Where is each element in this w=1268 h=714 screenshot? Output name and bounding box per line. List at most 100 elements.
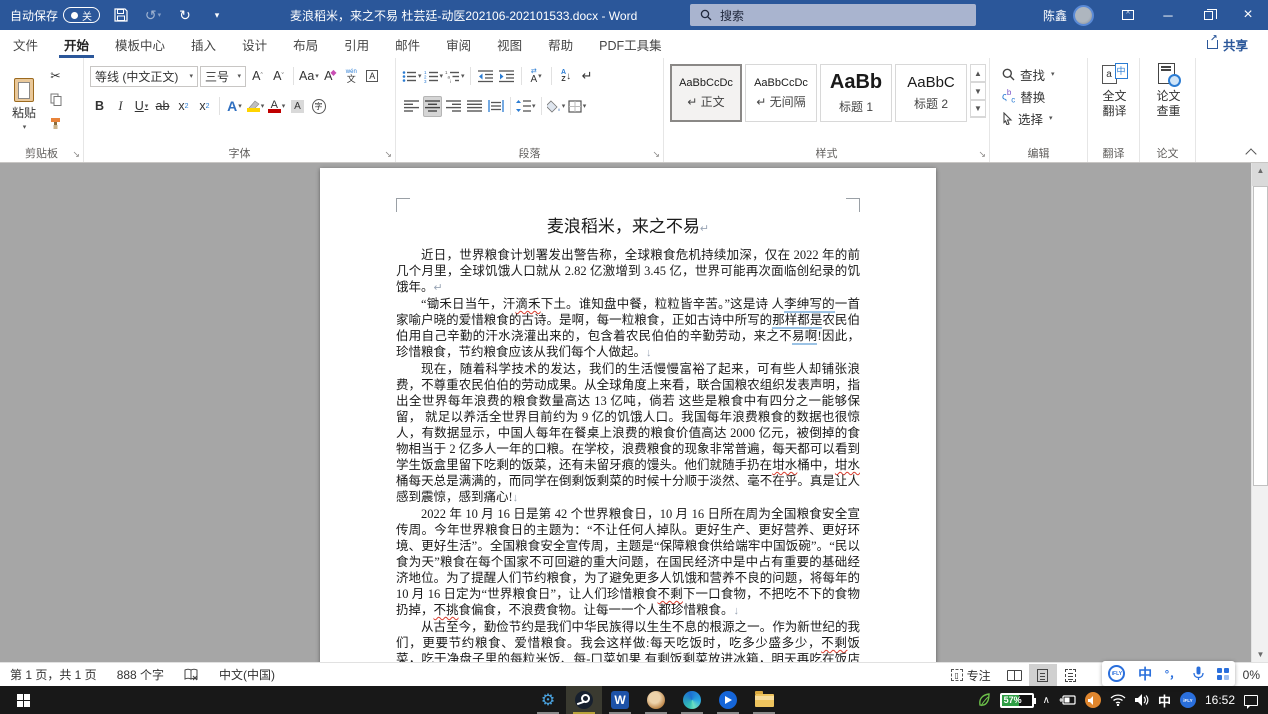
search-input[interactable]: 搜索 bbox=[690, 4, 976, 26]
highlight-color-icon[interactable]: ▾ bbox=[246, 96, 265, 117]
minimize-icon[interactable]: ─ bbox=[1148, 0, 1188, 30]
ribbon-display-options-icon[interactable]: ^ bbox=[1108, 0, 1148, 30]
strikethrough-icon[interactable]: ab bbox=[153, 96, 172, 117]
document-text[interactable]: 近日，世界粮食计划署发出警告称，全球粮食危机持续加深，仅在 2022 年的前几个… bbox=[396, 247, 860, 662]
language-indicator[interactable]: 中文(中国) bbox=[209, 666, 285, 683]
qat-customize-icon[interactable]: ▾ bbox=[206, 4, 228, 26]
share-button[interactable]: 共享 bbox=[1201, 33, 1254, 55]
tab-设计[interactable]: 设计 bbox=[229, 30, 280, 58]
scroll-thumb[interactable] bbox=[1253, 186, 1268, 486]
grow-font-icon[interactable]: Aˆ bbox=[248, 66, 267, 87]
account-button[interactable]: 陈鑫 bbox=[1043, 5, 1094, 26]
scroll-up-icon[interactable]: ▲ bbox=[1252, 163, 1268, 178]
ifly-input-toolbar[interactable]: iFLY 中 °， bbox=[1102, 661, 1235, 686]
scroll-down-icon[interactable]: ▼ bbox=[1252, 647, 1268, 662]
ifly-tray-icon[interactable]: iFLY bbox=[1180, 692, 1196, 708]
multilevel-list-icon[interactable]: 1ai▾ bbox=[445, 66, 465, 87]
show-formatting-marks-icon[interactable]: ↵ bbox=[578, 66, 597, 87]
font-color-icon[interactable]: A▾ bbox=[267, 96, 286, 117]
page-indicator[interactable]: 第 1 页，共 1 页 bbox=[0, 666, 107, 683]
proofing-status-icon[interactable] bbox=[174, 668, 209, 681]
taskbar-hamster-icon[interactable] bbox=[638, 686, 674, 714]
input-method-indicator[interactable]: 中 bbox=[1158, 691, 1171, 710]
paragraph-1[interactable]: 近日，世界粮食计划署发出警告称，全球粮食危机持续加深，仅在 2022 年的前几个… bbox=[396, 247, 860, 296]
taskbar-settings-icon[interactable]: ⚙ bbox=[530, 686, 566, 714]
taskbar-edge-icon[interactable] bbox=[674, 686, 710, 714]
clear-formatting-icon[interactable]: A◆ bbox=[321, 66, 340, 87]
style-无间隔[interactable]: AaBbCcDc↵ 无间隔 bbox=[745, 64, 817, 122]
autosave-switch[interactable]: 关 bbox=[63, 7, 100, 23]
phonetic-guide-icon[interactable]: wén文 bbox=[342, 66, 361, 87]
read-mode-icon[interactable] bbox=[1001, 664, 1029, 686]
start-button[interactable] bbox=[0, 686, 46, 714]
focus-mode-button[interactable]: ▯专注 bbox=[941, 667, 1001, 684]
superscript-icon[interactable]: x2 bbox=[195, 96, 214, 117]
replace-button[interactable]: ςbc 替换 bbox=[1002, 85, 1083, 107]
cut-icon[interactable]: ✂ bbox=[46, 65, 65, 86]
tab-插入[interactable]: 插入 bbox=[178, 30, 229, 58]
ifly-menu-icon[interactable] bbox=[1217, 668, 1229, 680]
autosave-toggle[interactable]: 自动保存 关 bbox=[10, 7, 100, 24]
ifly-chinese-mode-icon[interactable]: 中 bbox=[1138, 664, 1152, 684]
change-case-icon[interactable]: Aa▾ bbox=[299, 66, 319, 87]
text-effects-icon[interactable]: A▾ bbox=[225, 96, 244, 117]
italic-icon[interactable]: I bbox=[111, 96, 130, 117]
word-count[interactable]: 888 个字 bbox=[107, 666, 174, 683]
document-page[interactable]: 麦浪稻米，来之不易↵ 近日，世界粮食计划署发出警告称，全球粮食危机持续加深，仅在… bbox=[320, 168, 936, 662]
underline-icon[interactable]: U▾ bbox=[132, 96, 151, 117]
font-dialog-launcher-icon[interactable]: ↘ bbox=[384, 149, 392, 160]
font-size-select[interactable]: 三号▾ bbox=[200, 66, 246, 87]
style-标题 1[interactable]: AaBb标题 1 bbox=[820, 64, 892, 122]
paper-check-button[interactable]: 论文查重 bbox=[1146, 63, 1191, 121]
style-正文[interactable]: AaBbCcDc↵ 正文 bbox=[670, 64, 742, 122]
styles-dialog-launcher-icon[interactable]: ↘ bbox=[978, 149, 986, 160]
paragraph-4[interactable]: 2022 年 10 月 16 日是第 42 个世界粮食日，10 月 16 日所在… bbox=[396, 506, 860, 619]
bold-icon[interactable]: B bbox=[90, 96, 109, 117]
sort-icon[interactable]: AZ↓ bbox=[557, 66, 576, 87]
character-border-icon[interactable]: A bbox=[363, 66, 382, 87]
hidden-icons-chevron-icon[interactable]: ∧ bbox=[1043, 695, 1050, 706]
align-left-icon[interactable] bbox=[402, 96, 421, 117]
paragraph-5[interactable]: 从古至今，勤俭节约是我们中华民族得以生生不息的根源之一。作为新世纪的我们，更要节… bbox=[396, 619, 860, 662]
audio-device-icon[interactable] bbox=[1085, 692, 1101, 708]
align-center-icon[interactable] bbox=[423, 96, 442, 117]
tab-邮件[interactable]: 邮件 bbox=[382, 30, 433, 58]
tab-开始[interactable]: 开始 bbox=[51, 30, 102, 58]
zoom-level[interactable]: 0% bbox=[1235, 668, 1268, 682]
format-painter-icon[interactable] bbox=[46, 113, 65, 134]
justify-icon[interactable] bbox=[465, 96, 484, 117]
font-name-select[interactable]: 等线 (中文正文)▾ bbox=[90, 66, 198, 87]
decrease-indent-icon[interactable] bbox=[476, 66, 495, 87]
paragraph-dialog-launcher-icon[interactable]: ↘ bbox=[652, 149, 660, 160]
power-status-icon[interactable] bbox=[1059, 694, 1076, 706]
vertical-scrollbar[interactable]: ▲ ▼ bbox=[1251, 163, 1268, 662]
distribute-text-icon[interactable] bbox=[486, 96, 505, 117]
wifi-icon[interactable] bbox=[1110, 694, 1126, 706]
volume-icon[interactable] bbox=[1135, 694, 1149, 706]
paragraph-2[interactable]: “锄禾日当午，汗滴禾下土。谁知盘中餐，粒粒皆辛苦。”这是诗 人李绅写的一首家喻户… bbox=[396, 296, 860, 361]
styles-gallery-more-icon[interactable]: ▼ bbox=[970, 100, 986, 118]
subscript-icon[interactable]: x2 bbox=[174, 96, 193, 117]
styles-scroll-up-icon[interactable]: ▲ bbox=[970, 64, 986, 82]
paragraph-3[interactable]: 现在，随着科学技术的发达，我们的生活慢慢富裕了起来，可有些人却铺张浪费，不尊重农… bbox=[396, 361, 860, 506]
borders-icon[interactable]: ▾ bbox=[568, 96, 587, 117]
shading-icon[interactable]: ▾ bbox=[547, 96, 566, 117]
numbered-list-icon[interactable]: 123▾ bbox=[424, 66, 444, 87]
shrink-font-icon[interactable]: Aˇ bbox=[269, 66, 288, 87]
collapse-ribbon-icon[interactable] bbox=[1244, 148, 1258, 158]
ifly-mic-icon[interactable] bbox=[1193, 666, 1204, 681]
asian-layout-icon[interactable]: ⇄A▾ bbox=[527, 66, 546, 87]
character-shading-icon[interactable]: A bbox=[288, 96, 307, 117]
clipboard-dialog-launcher-icon[interactable]: ↘ bbox=[72, 149, 80, 160]
redo-icon[interactable]: ↻ bbox=[174, 4, 196, 26]
tab-引用[interactable]: 引用 bbox=[331, 30, 382, 58]
taskbar-steam-icon[interactable] bbox=[566, 686, 602, 714]
find-button[interactable]: 查找▾ bbox=[1002, 63, 1083, 85]
restore-icon[interactable] bbox=[1188, 0, 1228, 30]
paste-button[interactable]: 粘贴 ▾ bbox=[6, 63, 42, 146]
align-right-icon[interactable] bbox=[444, 96, 463, 117]
increase-indent-icon[interactable] bbox=[497, 66, 516, 87]
save-icon[interactable] bbox=[110, 4, 132, 26]
ifly-punctuation-icon[interactable]: °， bbox=[1165, 666, 1180, 682]
battery-indicator[interactable]: 57% bbox=[1000, 693, 1034, 708]
